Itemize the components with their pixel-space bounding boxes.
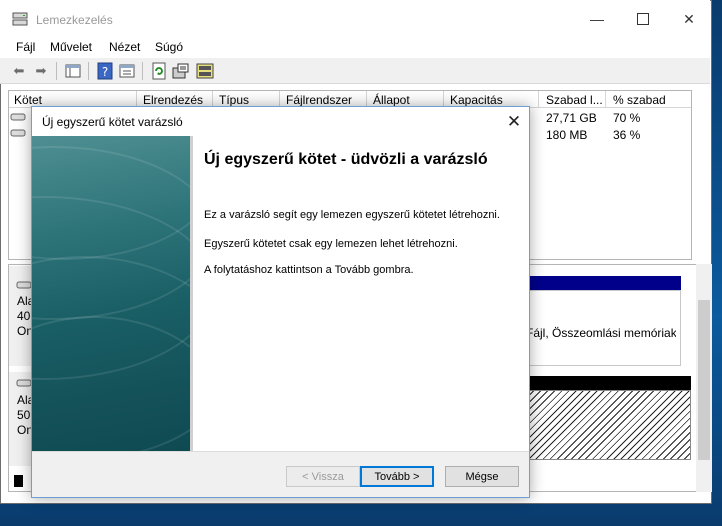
forward-arrow-icon[interactable]: ➡ xyxy=(32,62,50,80)
column-header-volume[interactable]: Kötet xyxy=(14,93,42,107)
maximize-icon xyxy=(637,13,649,25)
disk-icon xyxy=(16,281,32,289)
close-icon: ✕ xyxy=(506,111,522,131)
minimize-button[interactable]: — xyxy=(574,0,620,38)
wizard-paragraph-3: A folytatáshoz kattintson a Tovább gombr… xyxy=(204,264,414,276)
toolbar-separator xyxy=(88,62,89,80)
wizard-heading: Új egyszerű kötet - üdvözli a varázsló xyxy=(204,151,488,168)
console-tree-icon[interactable] xyxy=(64,62,82,80)
column-header-percent-free[interactable]: % szabad xyxy=(613,93,666,107)
wizard-side-banner xyxy=(32,136,190,451)
disk-icon[interactable] xyxy=(196,62,214,80)
help-icon[interactable]: ? xyxy=(96,62,114,80)
disk-management-app-icon xyxy=(12,12,28,26)
svg-text:?: ? xyxy=(102,65,108,79)
column-separator xyxy=(538,91,539,108)
column-header-type[interactable]: Típus xyxy=(219,93,249,107)
table-row-free-space: 180 MB xyxy=(546,128,588,142)
dialog-footer-divider xyxy=(32,451,529,452)
wizard-content-area xyxy=(193,136,529,451)
column-header-status[interactable]: Állapot xyxy=(373,93,410,107)
unallocated-space[interactable] xyxy=(519,390,691,460)
close-button[interactable]: ✕ xyxy=(666,0,712,38)
dialog-title: Új egyszerű kötet varázsló xyxy=(42,115,183,129)
toolbar-separator xyxy=(142,62,143,80)
dialog-close-button[interactable]: ✕ xyxy=(500,107,528,136)
table-row-percent-free: 70 % xyxy=(613,111,641,125)
column-header-layout[interactable]: Elrendezés xyxy=(143,93,203,107)
cancel-button[interactable]: Mégse xyxy=(445,466,519,487)
close-icon: ✕ xyxy=(683,10,695,27)
menu-bar xyxy=(0,38,710,58)
refresh-icon[interactable] xyxy=(150,62,168,80)
column-header-filesystem[interactable]: Fájlrendszer xyxy=(286,93,352,107)
volume-drive-icon xyxy=(10,129,26,137)
menu-action[interactable]: Művelet xyxy=(50,40,92,54)
unallocated-stripe xyxy=(519,376,691,390)
menu-help[interactable]: Súgó xyxy=(155,40,183,54)
column-header-capacity[interactable]: Kapacitás xyxy=(450,93,503,107)
settings-icon[interactable] xyxy=(172,62,190,80)
volume-drive-icon xyxy=(10,113,26,121)
disk0-partition-text: Fájl, Összeomlási memóriak xyxy=(526,326,676,340)
next-button[interactable]: Tovább > xyxy=(360,466,434,487)
disk-icon xyxy=(16,379,32,387)
back-arrow-icon[interactable]: ⬅ xyxy=(10,62,28,80)
scrollbar-thumb[interactable] xyxy=(698,300,710,460)
properties-icon[interactable] xyxy=(118,62,136,80)
menu-view[interactable]: Nézet xyxy=(109,40,140,54)
table-row-free-space: 27,71 GB xyxy=(546,111,597,125)
column-separator xyxy=(605,91,606,108)
wizard-paragraph-1: Ez a varázsló segít egy lemezen egyszerű… xyxy=(204,209,500,221)
window-title: Lemezkezelés xyxy=(36,13,113,27)
primary-partition-stripe xyxy=(519,276,681,290)
legend-unallocated-swatch xyxy=(14,475,23,487)
maximize-button[interactable] xyxy=(620,0,666,38)
menu-file[interactable]: Fájl xyxy=(16,40,35,54)
toolbar-separator xyxy=(56,62,57,80)
wizard-paragraph-2: Egyszerű kötetet csak egy lemezen lehet … xyxy=(204,238,458,250)
column-header-free-space[interactable]: Szabad l... xyxy=(546,93,603,107)
minimize-icon: — xyxy=(590,11,604,27)
table-row-percent-free: 36 % xyxy=(613,128,641,142)
back-button[interactable]: < Vissza xyxy=(286,466,360,487)
